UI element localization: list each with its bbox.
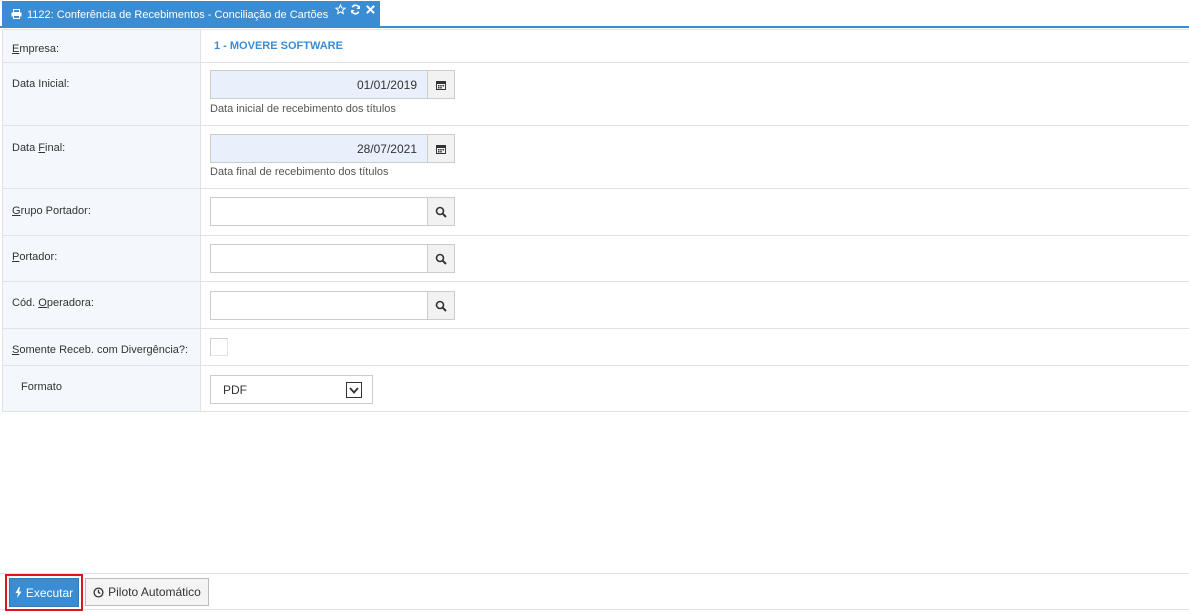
data-inicial-input[interactable]: 01/01/2019 bbox=[210, 70, 427, 99]
calendar-button[interactable] bbox=[427, 134, 455, 163]
row-grupo-portador: Grupo Portador: bbox=[2, 189, 1189, 236]
formato-label: Formato bbox=[2, 366, 201, 411]
row-empresa: Empresa: 1 - MOVERE SOFTWARE bbox=[2, 30, 1189, 63]
data-inicial-hint: Data inicial de recebimento dos títulos bbox=[210, 103, 396, 115]
row-portador: Portador: bbox=[2, 236, 1189, 282]
data-final-input[interactable]: 28/07/2021 bbox=[210, 134, 427, 163]
bolt-icon bbox=[15, 587, 22, 598]
formato-select[interactable]: PDF bbox=[210, 375, 373, 404]
close-icon[interactable] bbox=[365, 4, 376, 15]
portador-input[interactable] bbox=[210, 244, 427, 273]
somente-divergencia-checkbox[interactable] bbox=[210, 338, 228, 356]
footer-toolbar: Executar Piloto Automático bbox=[0, 573, 1189, 611]
search-icon bbox=[435, 206, 447, 218]
search-icon bbox=[435, 253, 447, 265]
grupo-portador-label: Grupo Portador: bbox=[2, 189, 201, 235]
chevron-down-icon[interactable] bbox=[346, 382, 362, 398]
auto-pilot-button[interactable]: Piloto Automático bbox=[85, 578, 209, 606]
empresa-label: Empresa: bbox=[2, 30, 201, 62]
refresh-icon[interactable] bbox=[350, 4, 361, 15]
calendar-button[interactable] bbox=[427, 70, 455, 99]
execute-button[interactable]: Executar bbox=[9, 578, 79, 607]
row-data-final: Data Final: 28/07/2021 Data final de rec… bbox=[2, 126, 1189, 189]
row-data-inicial: Data Inicial: 01/01/2019 Data inicial de… bbox=[2, 63, 1189, 126]
row-formato: Formato PDF bbox=[2, 366, 1189, 412]
clock-icon bbox=[93, 586, 104, 598]
search-icon bbox=[435, 300, 447, 312]
search-button[interactable] bbox=[427, 291, 455, 320]
cod-operadora-label: Cód. Operadora: bbox=[2, 282, 201, 328]
row-cod-operadora: Cód. Operadora: bbox=[2, 282, 1189, 329]
auto-pilot-label: Piloto Automático bbox=[108, 585, 201, 599]
form: Empresa: 1 - MOVERE SOFTWARE Data Inicia… bbox=[2, 29, 1189, 412]
tab-bar: 1122: Conferência de Recebimentos - Conc… bbox=[0, 0, 1189, 28]
print-icon bbox=[11, 8, 22, 22]
search-button[interactable] bbox=[427, 244, 455, 273]
cod-operadora-input[interactable] bbox=[210, 291, 427, 320]
data-final-hint: Data final de recebimento dos títulos bbox=[210, 166, 389, 178]
tab-active[interactable]: 1122: Conferência de Recebimentos - Conc… bbox=[2, 1, 380, 28]
row-somente-divergencia: Somente Receb. com Divergência?: bbox=[2, 329, 1189, 366]
data-inicial-label: Data Inicial: bbox=[2, 63, 201, 125]
calendar-icon bbox=[436, 80, 446, 90]
star-icon[interactable] bbox=[335, 4, 346, 15]
execute-label: Executar bbox=[25, 585, 74, 600]
calendar-icon bbox=[436, 144, 446, 154]
formato-selected: PDF bbox=[223, 382, 247, 397]
execute-highlight: Executar bbox=[5, 574, 83, 611]
search-button[interactable] bbox=[427, 197, 455, 226]
empresa-value: 1 - MOVERE SOFTWARE bbox=[214, 40, 343, 52]
grupo-portador-input[interactable] bbox=[210, 197, 427, 226]
data-final-label: Data Final: bbox=[2, 126, 201, 188]
tab-title: 1122: Conferência de Recebimentos - Conc… bbox=[27, 8, 329, 21]
somente-divergencia-label: Somente Receb. com Divergência?: bbox=[2, 329, 201, 365]
portador-label: Portador: bbox=[2, 236, 201, 281]
